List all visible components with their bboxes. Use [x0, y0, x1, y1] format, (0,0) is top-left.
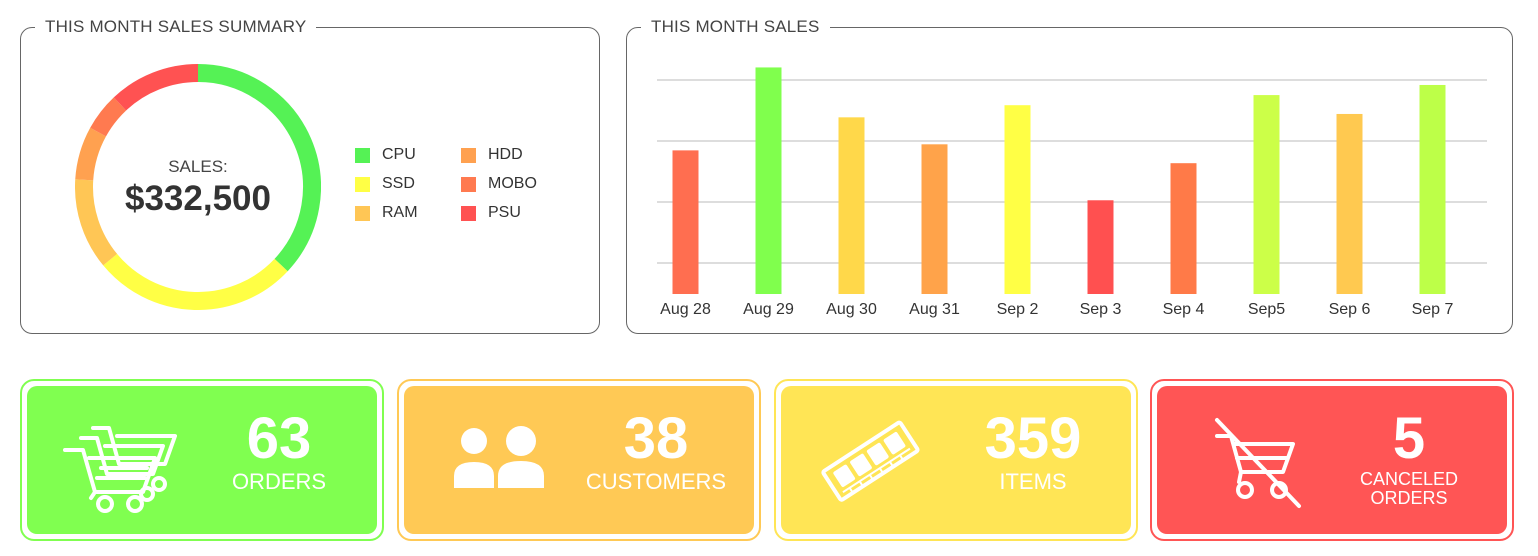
- customers-card-body: 38 CUSTOMERS: [404, 386, 754, 534]
- orders-card-body: 63 ORDERS: [27, 386, 377, 534]
- legend-item-cpu: CPU: [355, 146, 416, 164]
- x-tick-label: Aug 29: [743, 301, 794, 318]
- orders-card[interactable]: 63 ORDERS: [20, 379, 384, 541]
- customers-label: CUSTOMERS: [585, 469, 727, 494]
- canceled-stat-text: 5 CANCELED ORDERS: [1329, 408, 1489, 508]
- customers-stat-text: 38 CUSTOMERS: [576, 408, 736, 494]
- legend-label: RAM: [382, 204, 418, 221]
- x-tick-label: Sep 3: [1080, 301, 1122, 318]
- orders-count: 63: [246, 406, 312, 471]
- donut-center: SALES: $332,500: [75, 64, 321, 310]
- canceled-label: CANCELED ORDERS: [1359, 469, 1459, 508]
- x-tick-label: Sep 4: [1163, 301, 1205, 318]
- items-count: 359: [984, 406, 1082, 471]
- canceled-count: 5: [1392, 406, 1426, 471]
- bar-sep-6[interactable]: [1336, 113, 1363, 294]
- items-card-body: 359 ITEMS: [781, 386, 1131, 534]
- legend-swatch: [461, 176, 476, 192]
- ram-module-icon: [811, 406, 931, 516]
- items-card[interactable]: 359 ITEMS: [774, 379, 1138, 541]
- users-icon: [434, 406, 554, 516]
- sales-bar-chart: Aug 28 Aug 29 Aug 30 Aug 31 Sep 2 Sep 3 Sep 4 S…: [657, 67, 1487, 318]
- bar-aug-29[interactable]: [755, 67, 782, 294]
- x-tick-label: Aug 28: [660, 301, 711, 318]
- x-tick-label: Sep 7: [1412, 301, 1454, 318]
- legend-label: SSD: [382, 175, 415, 192]
- legend-label: HDD: [488, 146, 523, 163]
- legend-item-ram: RAM: [355, 204, 418, 222]
- legend-item-hdd: HDD: [461, 146, 523, 164]
- customers-count: 38: [623, 406, 689, 471]
- legend-swatch: [355, 176, 370, 192]
- shopping-carts-icon: [57, 406, 177, 516]
- monthly-sales-panel: THIS MONTH SALES Aug 28 Aug 29 Aug 30 Aug 3…: [626, 17, 1513, 334]
- sales-summary-title: THIS MONTH SALES SUMMARY: [35, 17, 317, 37]
- legend-label: PSU: [488, 204, 521, 221]
- donut-legend: CPU SSD RAM HDD MOBO PSU: [355, 146, 585, 246]
- x-tick-label: Sep 2: [997, 301, 1039, 318]
- bar-sep-4[interactable]: [1170, 163, 1197, 294]
- orders-label: ORDERS: [231, 469, 327, 494]
- sales-donut-chart: SALES: $332,500: [75, 64, 321, 310]
- bar-sep-3[interactable]: [1087, 200, 1114, 294]
- bar-aug-30[interactable]: [838, 117, 865, 294]
- legend-label: MOBO: [488, 175, 537, 192]
- bar-sep-7[interactable]: [1419, 84, 1446, 294]
- donut-sales-label: SALES:: [168, 157, 228, 176]
- bar-aug-28[interactable]: [672, 150, 699, 294]
- legend-swatch: [461, 205, 476, 221]
- items-label: ITEMS: [999, 469, 1067, 494]
- legend-item-mobo: MOBO: [461, 175, 537, 193]
- legend-swatch: [355, 205, 370, 221]
- sales-summary-panel: THIS MONTH SALES SUMMARY SALES: $332,500…: [20, 17, 600, 334]
- bar-sep-2[interactable]: [1004, 105, 1031, 294]
- x-tick-label: Aug 31: [909, 301, 960, 318]
- legend-item-psu: PSU: [461, 204, 521, 222]
- bar-sep5[interactable]: [1253, 95, 1280, 294]
- x-tick-label: Aug 30: [826, 301, 877, 318]
- x-tick-label: Sep5: [1248, 301, 1285, 318]
- legend-swatch: [355, 147, 370, 163]
- canceled-cart-icon: [1187, 406, 1307, 516]
- items-stat-text: 359 ITEMS: [953, 408, 1113, 494]
- donut-sales-total: $332,500: [125, 179, 271, 218]
- legend-label: CPU: [382, 146, 416, 163]
- customers-card[interactable]: 38 CUSTOMERS: [397, 379, 761, 541]
- bar-aug-31[interactable]: [921, 144, 948, 294]
- canceled-orders-card-body: 5 CANCELED ORDERS: [1157, 386, 1507, 534]
- legend-swatch: [461, 147, 476, 163]
- canceled-orders-card[interactable]: 5 CANCELED ORDERS: [1150, 379, 1514, 541]
- legend-item-ssd: SSD: [355, 175, 415, 193]
- orders-stat-text: 63 ORDERS: [199, 408, 359, 494]
- x-tick-label: Sep 6: [1329, 301, 1371, 318]
